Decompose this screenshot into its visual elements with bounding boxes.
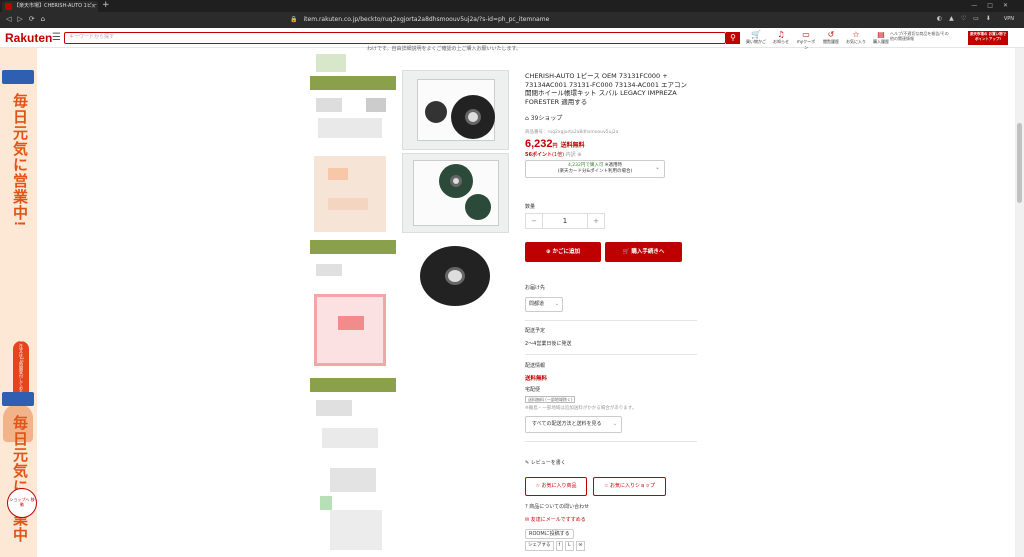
nav-coupon[interactable]: ▭ myクーポン <box>795 30 817 51</box>
nav-purchases[interactable]: ▤ 購入履歴 <box>870 30 892 51</box>
window-controls[interactable]: —□✕ <box>971 0 1018 11</box>
chevron-down-icon: ⌄ <box>612 421 617 427</box>
points-detail-link[interactable]: 内訳 ⊕ <box>566 152 582 158</box>
points-value: 56ポイント <box>525 152 552 158</box>
checkout-button[interactable]: 🛒 購入手続きへ <box>605 242 682 262</box>
schedule-value: 2～4営業日後に発送 <box>525 341 572 347</box>
delivery-label: お届け先 <box>525 285 546 291</box>
browser-tabbar: 【楽天市場】CHERISH-AUTO 1ピー ✕ + —□✕ <box>0 0 1024 12</box>
vpn-badge[interactable]: VPN <box>1004 16 1014 22</box>
ad-text-bottom: 毎日元気に営業中 <box>11 415 28 543</box>
divider <box>525 320 697 321</box>
ship-info-label: 配送情報 <box>525 363 546 369</box>
free-shipping-label: 送料無料 <box>560 143 585 149</box>
points-rate: (1倍) <box>551 152 565 158</box>
share-line-icon[interactable]: L <box>565 541 574 551</box>
nav-notice[interactable]: ♫ お知らせ <box>770 30 792 51</box>
receipt-icon: ▤ <box>877 30 885 39</box>
search-input[interactable]: キーワードから探す <box>64 32 726 44</box>
scrollbar-thumb[interactable] <box>1017 123 1022 203</box>
new-tab-icon[interactable]: + <box>102 0 110 11</box>
ad-banner[interactable]: 毎日元気に営業中! ご注文は24時間受付しております 毎日元気に営業中 <box>0 48 37 557</box>
ship-free-label: 送料無料 <box>525 376 548 382</box>
qty-minus-button[interactable]: − <box>526 214 542 228</box>
ship-tag: 送料無料 (一部地域除く) <box>525 396 576 403</box>
write-review-link[interactable]: ✎ レビューを書く <box>525 459 566 466</box>
qty-input[interactable]: 1 <box>542 214 588 228</box>
search-button[interactable]: ⚲ <box>726 32 740 44</box>
close-tab-icon[interactable]: ✕ <box>91 1 96 12</box>
room-post-button[interactable]: ROOMに投稿する <box>525 529 574 539</box>
address-bar: ◁▷⟳⌂ 🔒 item.rakuten.co.jp/beckto/ruq2xgjo… <box>0 12 1024 28</box>
price: 6,232円 送料無料 <box>525 138 585 150</box>
cart-icon: 🛒 <box>751 30 761 39</box>
tab-title: 【楽天市場】CHERISH-AUTO 1ピー <box>14 3 97 9</box>
promo-banner[interactable]: 楽天市場の お買い物で ポイントアップ! <box>968 31 1008 45</box>
qty-plus-button[interactable]: + <box>588 214 604 228</box>
history-icon: ↺ <box>827 30 835 39</box>
inquiry-link[interactable]: ? 商品についての問い合わせ <box>525 503 589 510</box>
nav-buttons-icon[interactable]: ◁▷⟳⌂ <box>6 15 51 23</box>
favorite-item-button[interactable]: ☆ お気に入り商品 <box>525 477 587 496</box>
item-number: 商品番号：ruq2xgjorta2a8dhsmoouv5uj2a <box>525 130 619 135</box>
share-mail-icon[interactable]: ✉ <box>575 541 586 551</box>
share-bar: シェアする f L ✉ <box>525 541 587 551</box>
ship-note: ※離島・一部地域は追加送料がかかる場合があります。 <box>525 406 637 411</box>
nav-cart[interactable]: 🛒 買い物かご <box>745 30 767 51</box>
bell-icon: ♫ <box>777 30 785 39</box>
nav-history[interactable]: ↺ 閲覧履歴 <box>820 30 842 51</box>
ad-text-top: 毎日元気に営業中! <box>11 93 28 227</box>
price-unit: 円 <box>552 143 558 149</box>
truck-illustration <box>2 392 34 406</box>
ship-method: 宅配便 <box>525 387 541 393</box>
shop-link[interactable]: ⌂ 39ショップ <box>525 113 562 122</box>
product-image-3[interactable] <box>402 236 509 316</box>
divider <box>525 354 697 355</box>
share-facebook-icon[interactable]: f <box>555 541 564 551</box>
price-value: 6,232 <box>525 138 553 150</box>
chevron-down-icon: ⌄ <box>654 164 660 171</box>
divider <box>525 441 697 442</box>
product-image-1[interactable] <box>402 70 509 150</box>
chevron-down-icon: ⌄ <box>554 301 559 307</box>
lock-icon: 🔒 <box>290 16 298 23</box>
description-snippet: わけです。自由詳細説明をよくご確認の上ご購入お願いいたします。 <box>367 46 522 52</box>
shipping-options-select[interactable]: すべての配送方法と送料を見る ⌄ <box>525 416 622 433</box>
card-price: 4,232円で購入可 <box>567 163 604 168</box>
extension-icons[interactable]: ◐▲♡▭⬇ VPN <box>937 15 1014 22</box>
add-to-cart-button[interactable]: ⊕ かごに追加 <box>525 242 601 262</box>
rakuten-logo[interactable]: Rakuten <box>5 31 52 45</box>
header-nav: 🛒 買い物かご ♫ お知らせ ▭ myクーポン ↺ 閲覧履歴 ☆ お気に入り ▤ 購入履歴 <box>745 30 892 51</box>
nav-favorite[interactable]: ☆ お気に入り <box>845 30 867 51</box>
points-info: 56ポイント(1倍) 内訳 ⊕ <box>525 151 581 158</box>
card-suffix: ※適用時 <box>604 163 623 168</box>
coupon-icon: ▭ <box>802 30 810 39</box>
delivery-select[interactable]: 問都道 ⌄ <box>525 297 563 312</box>
product-image-2[interactable] <box>402 153 509 233</box>
product-title: CHERISH-AUTO 1ピース OEM 73131FC000 + 73134… <box>525 72 688 106</box>
qty-label: 数量 <box>525 204 536 210</box>
quantity-stepper: − 1 + <box>525 213 605 229</box>
help-link[interactable]: ヘルプ/不適切な商品を報告/その他の関連情報 <box>890 31 950 41</box>
url-field[interactable]: 🔒 item.rakuten.co.jp/beckto/ruq2xgjorta2a… <box>290 15 710 25</box>
url-text: item.rakuten.co.jp/beckto/ruq2xgjorta2a8… <box>303 16 550 23</box>
schedule-label: 配送予定 <box>525 328 546 334</box>
card-price-panel[interactable]: 4,232円で購入可 ※適用時 (楽天カード分&ポイント利用の場合) ⌄ <box>525 160 665 178</box>
favorite-shop-button[interactable]: ☆ お気に入りショップ <box>593 477 666 496</box>
shop-link-badge[interactable]: ショップへ 移動 <box>7 488 37 518</box>
truck-illustration <box>2 70 34 84</box>
search-icon: ⚲ <box>730 33 736 42</box>
rakuten-favicon-icon <box>5 3 12 10</box>
card-note: (楽天カード分&ポイント利用の場合) <box>557 169 633 174</box>
mail-link[interactable]: ✉ 友達にメールですすめる <box>525 516 586 523</box>
menu-icon[interactable]: ☰ <box>52 32 61 43</box>
browser-tab[interactable]: 【楽天市場】CHERISH-AUTO 1ピー ✕ <box>2 1 98 12</box>
star-icon: ☆ <box>852 30 860 39</box>
share-button[interactable]: シェアする <box>525 541 554 551</box>
blurred-thumbnails <box>310 48 396 557</box>
